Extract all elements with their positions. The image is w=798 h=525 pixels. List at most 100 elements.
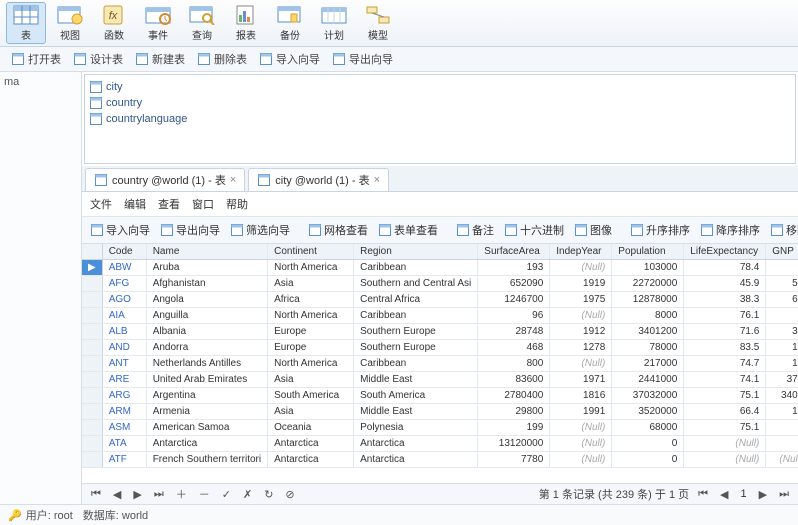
- sub-btn-5[interactable]: 导出向导: [327, 49, 398, 69]
- table-row[interactable]: ANDAndorraEuropeSouthern Europe468127878…: [82, 340, 798, 356]
- sub-btn-1[interactable]: 设计表: [68, 49, 128, 69]
- row-marker[interactable]: [82, 340, 102, 356]
- cell-Code[interactable]: ATF: [102, 452, 146, 468]
- cell-GNP[interactable]: 32: [766, 324, 798, 340]
- cell-LifeExpectancy[interactable]: 74.7: [684, 356, 766, 372]
- cell-IndepYear[interactable]: 1971: [550, 372, 612, 388]
- cell-IndepYear[interactable]: (Null): [550, 452, 612, 468]
- cell-LifeExpectancy[interactable]: 45.9: [684, 276, 766, 292]
- cell-Population[interactable]: 103000: [612, 260, 684, 276]
- cell-GNP[interactable]: 3: [766, 420, 798, 436]
- col-LifeExpectancy[interactable]: LifeExpectancy: [684, 244, 766, 260]
- cell-GNP[interactable]: 66: [766, 292, 798, 308]
- tab-0[interactable]: country @world (1) - 表×: [85, 168, 245, 191]
- table-row[interactable]: ASMAmerican SamoaOceaniaPolynesia199(Nul…: [82, 420, 798, 436]
- cell-SurfaceArea[interactable]: 2780400: [478, 388, 550, 404]
- cell-IndepYear[interactable]: 1816: [550, 388, 612, 404]
- cell-Population[interactable]: 217000: [612, 356, 684, 372]
- cell-Name[interactable]: Albania: [146, 324, 267, 340]
- cell-Population[interactable]: 22720000: [612, 276, 684, 292]
- table-row[interactable]: AREUnited Arab EmiratesAsiaMiddle East83…: [82, 372, 798, 388]
- cell-Region[interactable]: Caribbean: [354, 356, 478, 372]
- cell-LifeExpectancy[interactable]: 76.1: [684, 308, 766, 324]
- cell-GNP[interactable]: 6: [766, 308, 798, 324]
- cell-Code[interactable]: AND: [102, 340, 146, 356]
- cell-Region[interactable]: Antarctica: [354, 452, 478, 468]
- cell-Region[interactable]: Southern Europe: [354, 324, 478, 340]
- cell-SurfaceArea[interactable]: 468: [478, 340, 550, 356]
- cell-Population[interactable]: 37032000: [612, 388, 684, 404]
- cell-Continent[interactable]: Asia: [268, 276, 354, 292]
- table-row[interactable]: ANTNetherlands AntillesNorth AmericaCari…: [82, 356, 798, 372]
- cell-SurfaceArea[interactable]: 83600: [478, 372, 550, 388]
- col-SurfaceArea[interactable]: SurfaceArea: [478, 244, 550, 260]
- menu-帮助[interactable]: 帮助: [226, 196, 248, 212]
- row-marker[interactable]: ▶: [82, 260, 102, 276]
- cell-Code[interactable]: AGO: [102, 292, 146, 308]
- cell-LifeExpectancy[interactable]: 66.4: [684, 404, 766, 420]
- table-row[interactable]: ALBAlbaniaEuropeSouthern Europe287481912…: [82, 324, 798, 340]
- page-next[interactable]: ▶: [756, 488, 770, 501]
- cell-Code[interactable]: ASM: [102, 420, 146, 436]
- table-item-country[interactable]: country: [89, 95, 791, 111]
- menu-查看[interactable]: 查看: [158, 196, 180, 212]
- cell-Code[interactable]: ARE: [102, 372, 146, 388]
- cell-IndepYear[interactable]: (Null): [550, 356, 612, 372]
- toolbar-item-event[interactable]: 事件: [138, 2, 178, 44]
- cell-Code[interactable]: ARG: [102, 388, 146, 404]
- cell-Region[interactable]: South America: [354, 388, 478, 404]
- cell-Code[interactable]: ANT: [102, 356, 146, 372]
- sub-btn-0[interactable]: 打开表: [6, 49, 66, 69]
- toolbar-item-backup[interactable]: 备份: [270, 2, 310, 44]
- cell-IndepYear[interactable]: 1912: [550, 324, 612, 340]
- row-marker[interactable]: [82, 452, 102, 468]
- row-marker[interactable]: [82, 388, 102, 404]
- grid-tb-3[interactable]: 网格查看: [304, 220, 372, 240]
- cell-SurfaceArea[interactable]: 96: [478, 308, 550, 324]
- cell-Population[interactable]: 3401200: [612, 324, 684, 340]
- close-icon[interactable]: ×: [230, 174, 236, 186]
- cell-Name[interactable]: French Southern territori: [146, 452, 267, 468]
- row-marker[interactable]: [82, 324, 102, 340]
- cell-GNP[interactable]: (Null): [766, 452, 798, 468]
- close-icon[interactable]: ×: [374, 174, 380, 186]
- cell-SurfaceArea[interactable]: 28748: [478, 324, 550, 340]
- cell-Continent[interactable]: Asia: [268, 372, 354, 388]
- cell-Continent[interactable]: Europe: [268, 324, 354, 340]
- toolbar-item-query[interactable]: 查询: [182, 2, 222, 44]
- cell-LifeExpectancy[interactable]: 83.5: [684, 340, 766, 356]
- row-marker[interactable]: [82, 276, 102, 292]
- cell-LifeExpectancy[interactable]: (Null): [684, 436, 766, 452]
- cell-Population[interactable]: 68000: [612, 420, 684, 436]
- grid-tb-7[interactable]: 图像: [570, 220, 616, 240]
- cell-Region[interactable]: Southern Europe: [354, 340, 478, 356]
- grid-tb-6[interactable]: 十六进制: [500, 220, 568, 240]
- cell-GNP[interactable]: 3402: [766, 388, 798, 404]
- cell-GNP[interactable]: 15: [766, 340, 798, 356]
- cell-Name[interactable]: United Arab Emirates: [146, 372, 267, 388]
- table-row[interactable]: AFGAfghanistanAsiaSouthern and Central A…: [82, 276, 798, 292]
- cell-GNP[interactable]: 1: [766, 260, 798, 276]
- menu-编辑[interactable]: 编辑: [124, 196, 146, 212]
- cell-Name[interactable]: Aruba: [146, 260, 267, 276]
- toolbar-item-func[interactable]: fx函数: [94, 2, 134, 44]
- page-first[interactable]: ⏮: [695, 488, 711, 501]
- cell-Code[interactable]: ABW: [102, 260, 146, 276]
- row-marker[interactable]: [82, 356, 102, 372]
- cell-LifeExpectancy[interactable]: 71.6: [684, 324, 766, 340]
- grid-tb-10[interactable]: 移除排序: [766, 220, 798, 240]
- cell-Name[interactable]: Afghanistan: [146, 276, 267, 292]
- nav-refresh[interactable]: ↻: [261, 488, 276, 501]
- row-marker[interactable]: [82, 292, 102, 308]
- menu-文件[interactable]: 文件: [90, 196, 112, 212]
- cell-Continent[interactable]: South America: [268, 388, 354, 404]
- cell-Region[interactable]: Middle East: [354, 404, 478, 420]
- cell-SurfaceArea[interactable]: 193: [478, 260, 550, 276]
- cell-Continent[interactable]: Antarctica: [268, 436, 354, 452]
- nav-last[interactable]: ⏭: [151, 488, 167, 501]
- grid-wrap[interactable]: CodeNameContinentRegionSurfaceAreaIndepY…: [82, 244, 798, 483]
- cell-Continent[interactable]: North America: [268, 260, 354, 276]
- table-item-countrylanguage[interactable]: countrylanguage: [89, 111, 791, 127]
- cell-GNP[interactable]: 19: [766, 356, 798, 372]
- nav-commit[interactable]: ✓: [219, 488, 234, 501]
